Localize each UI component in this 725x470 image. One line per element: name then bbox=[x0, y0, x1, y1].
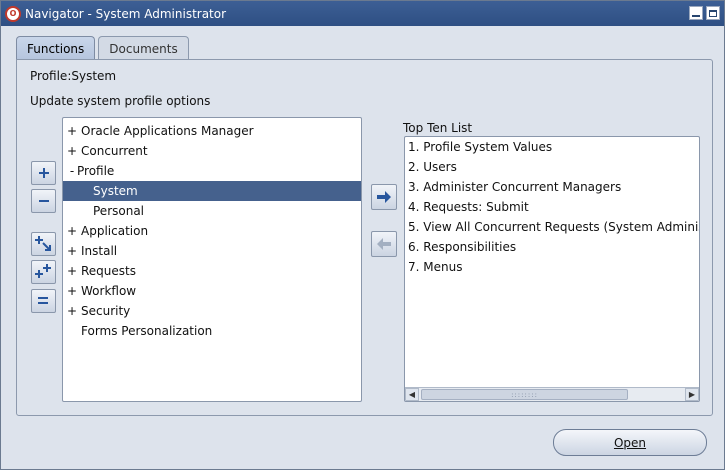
collapse-all-icon bbox=[37, 297, 48, 304]
tree-item-install[interactable]: + Install bbox=[63, 241, 361, 261]
minimize-icon bbox=[692, 15, 700, 17]
tree-item-requests[interactable]: + Requests bbox=[63, 261, 361, 281]
expand-branch-button[interactable] bbox=[31, 232, 56, 256]
horizontal-scrollbar[interactable]: ◀ :::::::: ▶ bbox=[405, 387, 699, 401]
oracle-app-icon: O bbox=[5, 5, 21, 22]
title-bar: O Navigator - System Administrator bbox=[1, 1, 724, 26]
list-item[interactable]: 7. Menus bbox=[405, 257, 699, 277]
tab-functions[interactable]: Functions bbox=[16, 36, 96, 61]
functions-panel: Profile:System Update system profile opt… bbox=[16, 59, 713, 416]
maximize-button[interactable] bbox=[706, 6, 720, 20]
tab-bar: Functions Documents bbox=[16, 36, 192, 61]
right-arrow-icon bbox=[377, 191, 391, 203]
scroll-right-icon[interactable]: ▶ bbox=[685, 388, 699, 401]
window-title: Navigator - System Administrator bbox=[25, 6, 227, 21]
tree-item-concurrent[interactable]: + Concurrent bbox=[63, 141, 361, 161]
tree-item-application[interactable]: + Application bbox=[63, 221, 361, 241]
tree-item-label: Profile bbox=[77, 164, 115, 178]
scroll-left-icon[interactable]: ◀ bbox=[405, 388, 419, 401]
expand-all-icon bbox=[34, 264, 51, 278]
expand-branch-icon bbox=[34, 236, 51, 251]
minimize-button[interactable] bbox=[689, 6, 703, 20]
top-ten-label: Top Ten List bbox=[403, 121, 473, 135]
tree-item-label: Requests bbox=[81, 264, 136, 278]
tab-documents[interactable]: Documents bbox=[98, 36, 189, 60]
tree-expander[interactable]: + bbox=[67, 261, 77, 281]
tree-item-label: Concurrent bbox=[81, 144, 148, 158]
tree-item-workflow[interactable]: + Workflow bbox=[63, 281, 361, 301]
add-to-top-ten-button[interactable] bbox=[371, 184, 397, 210]
list-item[interactable]: 6. Responsibilities bbox=[405, 237, 699, 257]
tree-item-system[interactable]: System bbox=[63, 181, 361, 201]
list-item[interactable]: 1. Profile System Values bbox=[405, 137, 699, 157]
tree-expander[interactable]: - bbox=[67, 161, 77, 181]
tree-item-label: Application bbox=[81, 224, 149, 238]
maximize-icon bbox=[709, 9, 717, 17]
tree-expander[interactable]: + bbox=[67, 141, 77, 161]
collapse-all-button[interactable] bbox=[31, 289, 56, 313]
plus-icon bbox=[38, 168, 49, 178]
expand-all-button[interactable] bbox=[31, 260, 56, 284]
minus-icon bbox=[38, 200, 49, 202]
open-button[interactable]: Open bbox=[553, 429, 707, 456]
tree-item-personal[interactable]: Personal bbox=[63, 201, 361, 221]
tree-item-label: Install bbox=[81, 244, 118, 258]
tree-item-profile[interactable]: - Profile bbox=[63, 161, 361, 181]
expand-button[interactable] bbox=[31, 161, 56, 185]
list-item[interactable]: 5. View All Concurrent Requests (System … bbox=[405, 217, 699, 237]
tree-item-forms-personalization[interactable]: Forms Personalization bbox=[63, 321, 361, 341]
tree-item-label: Forms Personalization bbox=[81, 324, 213, 338]
tree-item-label: Workflow bbox=[81, 284, 137, 298]
current-function-label: Profile:System bbox=[30, 69, 117, 83]
tree-item-label: Oracle Applications Manager bbox=[81, 124, 254, 138]
scrollbar-thumb[interactable]: :::::::: bbox=[421, 389, 628, 400]
tree-expander[interactable]: + bbox=[67, 221, 77, 241]
list-item[interactable]: 2. Users bbox=[405, 157, 699, 177]
left-arrow-icon bbox=[377, 238, 391, 250]
top-ten-list[interactable]: 1. Profile System Values 2. Users 3. Adm… bbox=[404, 136, 700, 402]
tree-item-label: Personal bbox=[93, 204, 145, 218]
remove-from-top-ten-button[interactable] bbox=[371, 231, 397, 257]
tree-expander[interactable]: + bbox=[67, 301, 77, 321]
function-tree[interactable]: + Oracle Applications Manager + Concurre… bbox=[62, 117, 362, 402]
tree-item-label: System bbox=[93, 184, 138, 198]
tree-item-label: Security bbox=[81, 304, 131, 318]
tree-item-oracle-applications-manager[interactable]: + Oracle Applications Manager bbox=[63, 121, 361, 141]
list-item[interactable]: 3. Administer Concurrent Managers bbox=[405, 177, 699, 197]
tree-expander[interactable]: + bbox=[67, 121, 77, 141]
window-controls bbox=[689, 6, 720, 20]
tree-expander[interactable]: + bbox=[67, 241, 77, 261]
navigator-window: O Navigator - System Administrator Funct… bbox=[0, 0, 725, 470]
list-item[interactable]: 4. Requests: Submit bbox=[405, 197, 699, 217]
tree-item-security[interactable]: + Security bbox=[63, 301, 361, 321]
tree-expander[interactable]: + bbox=[67, 281, 77, 301]
collapse-button[interactable] bbox=[31, 189, 56, 213]
function-description: Update system profile options bbox=[30, 94, 211, 108]
open-button-label: Open bbox=[613, 435, 647, 450]
